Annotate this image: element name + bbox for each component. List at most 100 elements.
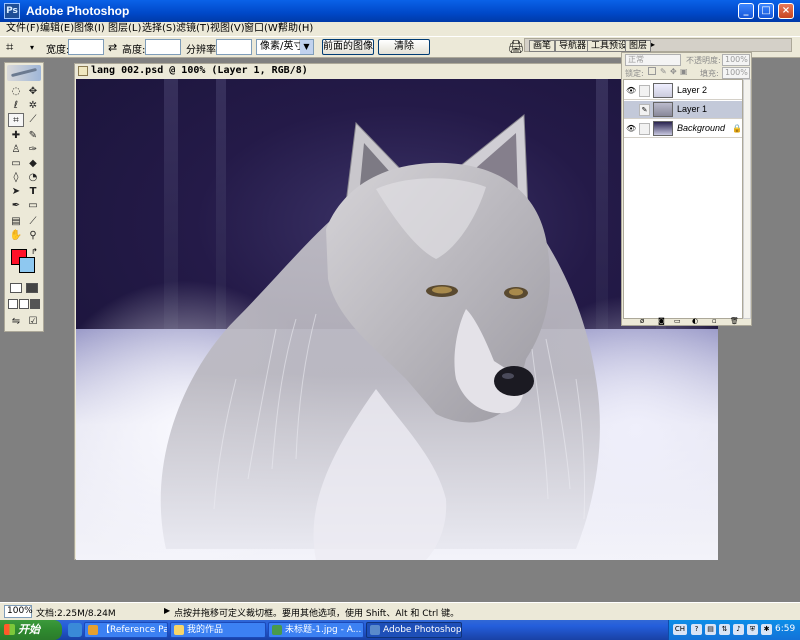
menu-view[interactable]: 视图(V) [210, 22, 245, 36]
swap-dimensions-icon[interactable]: ⇄ [108, 41, 117, 54]
background-color-swatch[interactable] [19, 257, 35, 273]
paint-bucket-tool-icon[interactable]: ◆ [25, 157, 41, 171]
move-tool-icon[interactable]: ✥ [25, 85, 41, 99]
title-bar: Ps Adobe Photoshop _ □ × [0, 0, 800, 22]
eye-icon[interactable]: 👁 [626, 86, 636, 96]
language-indicator[interactable]: CH [673, 624, 687, 635]
status-arrow-icon[interactable]: ▶ [164, 606, 170, 615]
crop-tool-icon[interactable]: ⌗ [8, 113, 24, 127]
fill-field[interactable]: 100% [722, 67, 750, 79]
menu-layer[interactable]: 图层(L) [108, 22, 141, 36]
clock[interactable]: 6:59 [775, 624, 795, 634]
menu-file[interactable]: 文件(F) [6, 22, 40, 36]
pen-tool-icon[interactable]: ✒ [8, 199, 24, 213]
menu-edit[interactable]: 编辑(E) [40, 22, 74, 36]
task-reference-part[interactable]: 【Reference Part... [84, 622, 168, 638]
quick-launch-ie-icon[interactable] [68, 623, 82, 637]
type-tool-icon[interactable]: T [25, 185, 41, 199]
blend-mode-select[interactable]: 正常 [625, 54, 681, 66]
healing-brush-tool-icon[interactable]: ✚ [8, 129, 24, 143]
layer-style-icon[interactable]: ø [640, 317, 644, 325]
standard-mode-icon[interactable] [10, 283, 22, 293]
menu-window[interactable]: 窗口(W) [244, 22, 282, 36]
task-adobe-photoshop[interactable]: Adobe Photoshop [366, 622, 462, 638]
front-image-button[interactable]: 前面的图像 [322, 39, 374, 55]
layer-link-box[interactable] [639, 123, 650, 135]
menu-select[interactable]: 选择(S) [142, 22, 176, 36]
layer-row-background[interactable]: 👁 Background 🔒 [624, 120, 742, 138]
resolution-unit-select[interactable]: 像素/英寸 ▼ [256, 39, 314, 55]
lock-transparency-icon[interactable] [648, 67, 656, 75]
network-icon[interactable]: ⇅ [719, 624, 730, 635]
lasso-tool-icon[interactable]: ℓ [8, 99, 24, 113]
resolution-field[interactable] [216, 39, 252, 55]
close-button[interactable]: × [778, 3, 794, 19]
magic-wand-tool-icon[interactable]: ✲ [25, 99, 41, 113]
standard-screen-mode-icon[interactable] [8, 299, 18, 309]
swap-colors-icon[interactable]: ↱ [31, 247, 38, 256]
start-button[interactable]: 开始 [0, 620, 62, 640]
antivirus-icon[interactable]: ✱ [761, 624, 772, 635]
menu-filter[interactable]: 滤镜(T) [176, 22, 210, 36]
palette-menu-arrow-icon[interactable]: ▸ [651, 40, 655, 49]
layer-row-layer-1[interactable]: ✎ Layer 1 [624, 101, 742, 119]
adobe-online-feather-icon[interactable] [7, 65, 41, 81]
hand-tool-icon[interactable]: ✋ [8, 229, 24, 243]
volume-icon[interactable]: ♪ [733, 624, 744, 635]
maximize-button[interactable]: □ [758, 3, 774, 19]
quick-mask-mode-icon[interactable] [26, 283, 38, 293]
history-brush-tool-icon[interactable]: ✑ [25, 143, 41, 157]
eye-icon[interactable]: 👁 [626, 124, 636, 134]
crop-tool-icon[interactable]: ⌗ [6, 40, 13, 55]
clear-button[interactable]: 清除 [378, 39, 430, 55]
slice-tool-icon[interactable]: ⟋ [25, 113, 41, 127]
delete-layer-icon[interactable]: 🗑 [730, 317, 739, 325]
clone-stamp-tool-icon[interactable]: ♙ [8, 143, 24, 157]
task-untitled-jpg[interactable]: 未标题-1.jpg - A... [268, 622, 364, 638]
menu-image[interactable]: 图像(I) [74, 22, 105, 36]
brush-link-icon[interactable]: ✎ [639, 104, 650, 116]
brush-tool-icon[interactable]: ✎ [25, 129, 41, 143]
opacity-field[interactable]: 100% [722, 54, 750, 66]
lock-position-icon[interactable]: ✥ [670, 67, 677, 76]
edit-in-imageready-icon[interactable]: ☑ [25, 315, 41, 329]
height-field[interactable] [145, 39, 181, 55]
tab-layers[interactable]: 图层 [625, 40, 652, 52]
document-size[interactable]: 文档:2.25M/8.24M [36, 606, 116, 619]
eyedropper-tool-icon[interactable]: ⟋ [25, 215, 41, 229]
minimize-button[interactable]: _ [738, 3, 754, 19]
path-selection-tool-icon[interactable]: ➤ [8, 185, 24, 199]
layer-mask-icon[interactable]: ◙ [658, 317, 665, 325]
zoom-field[interactable]: 100% [4, 605, 33, 618]
menu-help[interactable]: 帮助(H) [278, 22, 313, 36]
tool-preset-dropdown-icon[interactable]: ▾ [30, 43, 34, 52]
layers-scrollbar[interactable] [743, 79, 751, 319]
task-my-works[interactable]: 我的作品 [170, 622, 266, 638]
status-bar: 100% 文档:2.25M/8.24M ▶ 点按并拖移可定义裁切框。要用其他选项… [0, 602, 800, 620]
full-screen-mode-icon[interactable] [30, 299, 40, 309]
ime-icon[interactable]: ▤ [705, 624, 716, 635]
shape-tool-icon[interactable]: ▭ [25, 199, 41, 213]
layer-link-box[interactable] [639, 85, 650, 97]
blur-tool-icon[interactable]: ◊ [8, 171, 24, 185]
new-layer-set-icon[interactable]: ▭ [674, 317, 681, 325]
eraser-tool-icon[interactable]: ▭ [8, 157, 24, 171]
zoom-tool-icon[interactable]: ⚲ [25, 229, 41, 243]
help-icon[interactable]: ? [691, 624, 702, 635]
security-icon[interactable]: ⛨ [747, 624, 758, 635]
tab-navigator[interactable]: 导航器 [555, 40, 591, 52]
full-screen-menu-mode-icon[interactable] [19, 299, 29, 309]
tab-brushes[interactable]: 画笔 [529, 40, 556, 52]
lock-all-icon[interactable]: ▣ [680, 67, 688, 76]
notes-tool-icon[interactable]: ▤ [8, 215, 24, 229]
marquee-tool-icon[interactable]: ◌ [8, 85, 24, 99]
new-layer-icon[interactable]: ▫ [712, 317, 717, 325]
dodge-tool-icon[interactable]: ◔ [25, 171, 41, 185]
imageready-jump-icon[interactable]: ⇋ [8, 315, 24, 329]
task-label: 【Reference Part... [101, 625, 167, 635]
adjustment-layer-icon[interactable]: ◐ [692, 317, 698, 325]
file-browser-icon[interactable]: 🖨 [508, 40, 525, 55]
lock-image-icon[interactable]: ✎ [660, 67, 667, 76]
width-field[interactable] [68, 39, 104, 55]
layer-row-layer-2[interactable]: 👁 Layer 2 [624, 82, 742, 100]
